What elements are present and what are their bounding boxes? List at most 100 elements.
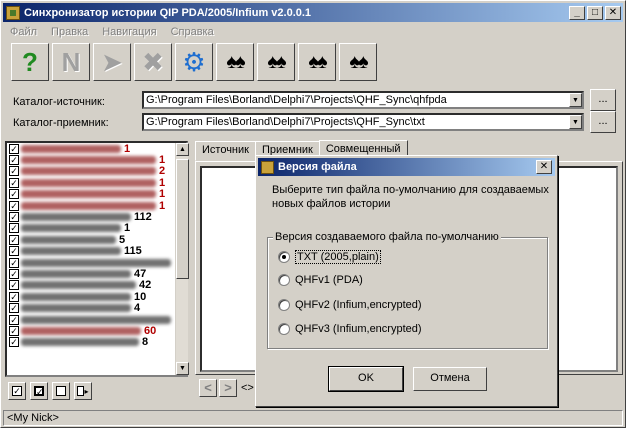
close-button[interactable]: ✕ bbox=[605, 5, 621, 20]
checkbox[interactable]: ✓ bbox=[9, 234, 19, 245]
checkbox[interactable]: ✓ bbox=[9, 177, 19, 188]
help-icon: ? bbox=[22, 46, 38, 77]
scroll-thumb[interactable] bbox=[176, 159, 189, 279]
previous-button[interactable]: < bbox=[199, 379, 217, 397]
next-item-button[interactable]: N bbox=[52, 43, 90, 81]
window-title: Синхронизатор истории QIP PDA/2005/Infiu… bbox=[24, 6, 312, 19]
list-item[interactable]: ✓ 1 bbox=[7, 177, 186, 189]
list-item[interactable]: ✓ 112 bbox=[7, 211, 186, 223]
maximize-button[interactable]: □ bbox=[587, 5, 603, 20]
list-item[interactable]: ✓ 2 bbox=[7, 165, 186, 178]
menu-help[interactable]: Справка bbox=[164, 26, 221, 38]
list-item[interactable]: ✓ 1 bbox=[7, 154, 186, 166]
scroll-up-icon[interactable]: ▲ bbox=[176, 143, 189, 156]
checkbox[interactable]: ✓ bbox=[9, 303, 19, 314]
checkbox[interactable]: ✓ bbox=[9, 143, 19, 154]
find-previous-button[interactable]: ♠♠ bbox=[298, 43, 336, 81]
source-path-value: G:\Program Files\Borland\Delphi7\Project… bbox=[146, 94, 447, 106]
list-item[interactable]: ✓ 42 bbox=[7, 279, 186, 291]
ok-button[interactable]: OK bbox=[329, 367, 403, 391]
file-version-dialog: Версия файла ✕ Выберите тип файла по-умо… bbox=[255, 155, 558, 407]
checkbox[interactable]: ✓ bbox=[9, 280, 19, 291]
list-item[interactable]: ✓ 1 bbox=[7, 222, 186, 235]
delete-button[interactable]: ✖ bbox=[134, 43, 172, 81]
find-source-button[interactable]: ♠♠ bbox=[257, 43, 295, 81]
list-item[interactable]: ✓ 115 bbox=[7, 245, 186, 258]
checkbox[interactable]: ✓ bbox=[9, 257, 19, 268]
chevron-down-icon[interactable]: ▼ bbox=[569, 93, 582, 107]
list-item[interactable]: ✓ 5 bbox=[7, 233, 186, 246]
menu-navigation[interactable]: Навигация bbox=[95, 26, 163, 38]
chevron-down-icon[interactable]: ▼ bbox=[569, 115, 582, 129]
checkbox[interactable]: ✓ bbox=[9, 166, 19, 177]
list-item[interactable]: ✓ bbox=[7, 257, 186, 268]
contact-list[interactable]: ✓ 1 ✓ 1 ✓ 2 ✓ 1 ✓ 1 ✓ 1 ✓ 112 ✓ 1 ✓ 5 ✓ 115 ✓ ✓ 47 … bbox=[5, 141, 188, 377]
radio-qhfv3[interactable]: QHFv3 (Infium,encrypted) bbox=[278, 323, 422, 335]
message-count: 8 bbox=[142, 336, 149, 349]
target-browse-button[interactable]: ... bbox=[590, 111, 616, 133]
list-item[interactable]: ✓ 8 bbox=[7, 336, 186, 349]
radio-qhfv2[interactable]: QHFv2 (Infium,encrypted) bbox=[278, 299, 422, 311]
message-count: 115 bbox=[124, 245, 142, 258]
list-item[interactable]: ✓ 1 bbox=[7, 200, 186, 212]
message-count: 1 bbox=[124, 222, 131, 235]
checkbox[interactable]: ✓ bbox=[9, 223, 19, 234]
forward-button[interactable]: ➤ bbox=[93, 43, 131, 81]
message-count: 2 bbox=[159, 165, 166, 178]
checkbox[interactable]: ✓ bbox=[9, 189, 19, 200]
blurred-name bbox=[21, 190, 156, 199]
checkbox[interactable]: ✓ bbox=[9, 337, 19, 348]
blurred-name bbox=[21, 338, 139, 347]
tab-source[interactable]: Источник bbox=[195, 141, 256, 161]
checkbox[interactable]: ✓ bbox=[9, 246, 19, 257]
dialog-close-button[interactable]: ✕ bbox=[536, 160, 552, 174]
list-item[interactable]: ✓ 60 bbox=[7, 324, 186, 337]
uncheck-all-button[interactable] bbox=[52, 382, 70, 400]
checkbox[interactable]: ✓ bbox=[9, 291, 19, 302]
source-browse-button[interactable]: ... bbox=[590, 89, 616, 111]
list-item[interactable]: ✓ 1 bbox=[7, 143, 186, 155]
checkbox[interactable]: ✓ bbox=[9, 314, 19, 325]
scroll-down-icon[interactable]: ▼ bbox=[176, 362, 189, 375]
message-count: 60 bbox=[144, 324, 157, 337]
find-button[interactable]: ♠♠ bbox=[216, 43, 254, 81]
app-icon bbox=[6, 5, 20, 20]
invert-selection-button[interactable]: ▸ bbox=[74, 382, 92, 400]
menu-edit[interactable]: Правка bbox=[44, 26, 95, 38]
blurred-name bbox=[21, 281, 136, 290]
help-button[interactable]: ? bbox=[11, 43, 49, 81]
checkbox[interactable]: ✓ bbox=[9, 212, 19, 223]
blurred-name bbox=[21, 201, 156, 210]
checkbox[interactable]: ✓ bbox=[9, 155, 19, 166]
checkbox[interactable]: ✓ bbox=[9, 268, 19, 279]
arrow-icon: ▸ bbox=[84, 386, 89, 396]
list-item[interactable]: ✓ 10 bbox=[7, 291, 186, 303]
dialog-title-bar[interactable]: Версия файла ✕ bbox=[258, 158, 555, 176]
checkbox[interactable]: ✓ bbox=[9, 200, 19, 211]
settings-button[interactable]: ⚙ bbox=[175, 43, 213, 81]
blurred-name bbox=[21, 304, 131, 313]
checked-box-icon: ✓ bbox=[34, 386, 44, 397]
check-all-button[interactable]: ✓ bbox=[8, 382, 26, 400]
blurred-name bbox=[21, 292, 131, 301]
source-path-combobox[interactable]: G:\Program Files\Borland\Delphi7\Project… bbox=[142, 91, 584, 109]
list-item[interactable]: ✓ 4 bbox=[7, 302, 186, 314]
list-item[interactable]: ✓ 1 bbox=[7, 188, 186, 200]
list-item[interactable]: ✓ 47 bbox=[7, 268, 186, 280]
title-bar[interactable]: Синхронизатор истории QIP PDA/2005/Infiu… bbox=[3, 3, 623, 22]
check-selected-button[interactable]: ✓ bbox=[30, 382, 48, 400]
message-count: 5 bbox=[119, 233, 126, 246]
cancel-button[interactable]: Отмена bbox=[413, 367, 487, 391]
menu-file[interactable]: Файл bbox=[3, 26, 44, 38]
minimize-button[interactable]: _ bbox=[569, 5, 585, 20]
radio-qhfv1[interactable]: QHFv1 (PDA) bbox=[278, 274, 363, 286]
find-target-button[interactable]: ♠♠ bbox=[339, 43, 377, 81]
checkbox[interactable]: ✓ bbox=[9, 325, 19, 336]
target-path-combobox[interactable]: G:\Program Files\Borland\Delphi7\Project… bbox=[142, 113, 584, 131]
status-bar: <My Nick> bbox=[3, 410, 623, 426]
next-button[interactable]: > bbox=[219, 379, 237, 397]
blurred-name bbox=[21, 235, 116, 244]
list-item[interactable]: ✓ bbox=[7, 314, 186, 325]
radio-txt[interactable]: TXT (2005,plain) bbox=[278, 250, 381, 264]
contact-list-scrollbar[interactable]: ▲ ▼ bbox=[175, 143, 189, 375]
